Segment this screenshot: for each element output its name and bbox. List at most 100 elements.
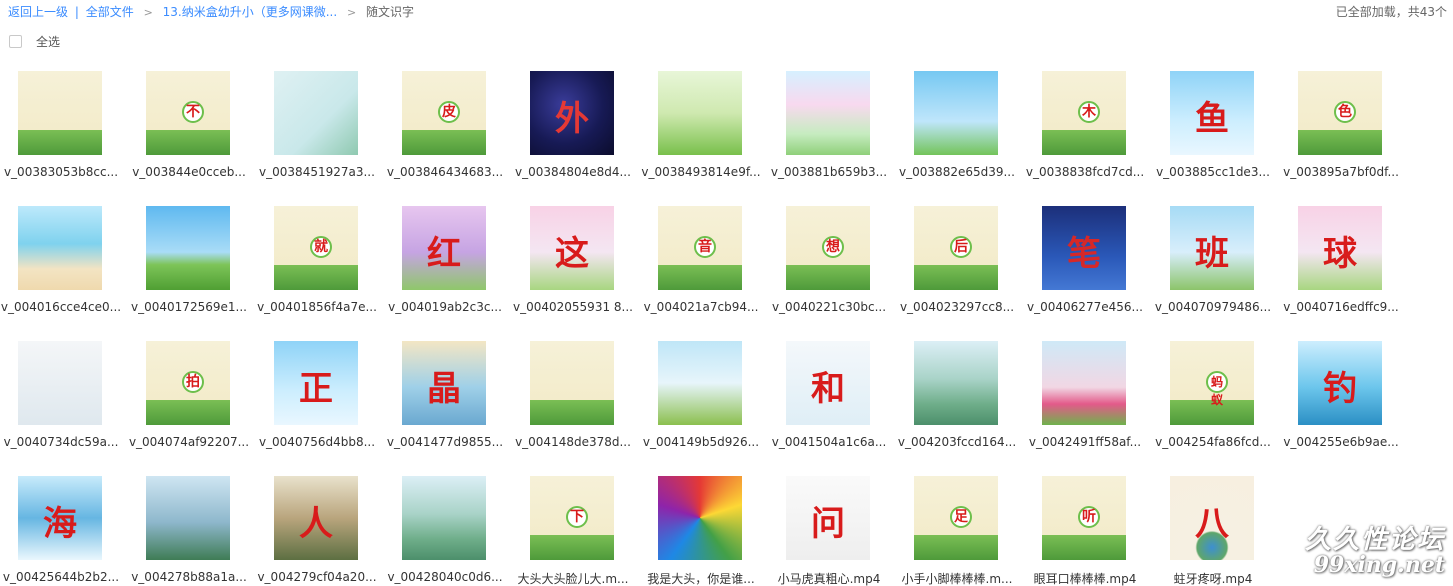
- file-item[interactable]: 问小马虎真粗心.mp4: [768, 476, 896, 586]
- file-item[interactable]: 外 v_00384804e8d4...: [512, 71, 640, 191]
- file-thumbnail[interactable]: 八: [1170, 476, 1254, 560]
- file-name[interactable]: v_004070979486...: [1152, 300, 1274, 314]
- file-item[interactable]: 红 v_004019ab2c3c...: [384, 206, 512, 326]
- file-thumbnail[interactable]: [530, 341, 614, 425]
- file-name[interactable]: 眼耳口棒棒棒.mp4: [1024, 570, 1146, 586]
- file-name[interactable]: v_004023297cc8...: [896, 300, 1018, 314]
- file-item[interactable]: 听眼耳口棒棒棒.mp4: [1024, 476, 1152, 586]
- file-name[interactable]: v_0041504a1c6a...: [768, 435, 890, 449]
- file-item[interactable]: v_0040172569e1...: [128, 206, 256, 326]
- file-item[interactable]: v_0038493814e9f...: [640, 71, 768, 191]
- file-thumbnail[interactable]: 问: [786, 476, 870, 560]
- file-thumbnail[interactable]: [786, 71, 870, 155]
- file-name[interactable]: v_00384804e8d4...: [512, 165, 634, 179]
- file-item[interactable]: 拍 v_004074af92207...: [128, 341, 256, 461]
- file-thumbnail[interactable]: 班: [1170, 206, 1254, 290]
- file-name[interactable]: v_004148de378d...: [512, 435, 634, 449]
- file-item[interactable]: v_004203fccd164...: [896, 341, 1024, 461]
- file-item[interactable]: 这 v_00402055931 8...: [512, 206, 640, 326]
- file-name[interactable]: v_004074af92207...: [128, 435, 250, 449]
- file-name[interactable]: 小手小脚棒棒棒.m...: [896, 570, 1018, 586]
- file-thumbnail[interactable]: 足: [914, 476, 998, 560]
- file-item[interactable]: 八蛀牙疼呀.mp4: [1152, 476, 1280, 586]
- file-name[interactable]: v_0038493814e9f...: [640, 165, 762, 179]
- file-name[interactable]: v_004278b88a1a...: [128, 570, 250, 584]
- file-item[interactable]: 想 v_0040221c30bc...: [768, 206, 896, 326]
- file-item[interactable]: 不 v_003844e0cceb...: [128, 71, 256, 191]
- file-thumbnail[interactable]: 红: [402, 206, 486, 290]
- file-thumbnail[interactable]: 正: [274, 341, 358, 425]
- file-thumbnail[interactable]: 蚂蚁: [1170, 341, 1254, 425]
- file-thumbnail[interactable]: 海: [18, 476, 102, 560]
- file-item[interactable]: 人 v_004279cf04a20...: [256, 476, 384, 586]
- file-name[interactable]: v_00425644b2b2...: [0, 570, 122, 584]
- file-item[interactable]: 木 v_0038838fcd7cd...: [1024, 71, 1152, 191]
- file-thumbnail[interactable]: 就: [274, 206, 358, 290]
- file-name[interactable]: v_003881b659b3...: [768, 165, 890, 179]
- file-name[interactable]: 大头大头脸儿大.m...: [512, 570, 634, 586]
- file-thumbnail[interactable]: [146, 206, 230, 290]
- file-item[interactable]: v_003881b659b3...: [768, 71, 896, 191]
- file-name[interactable]: v_0038838fcd7cd...: [1024, 165, 1146, 179]
- file-item[interactable]: 正 v_0040756d4bb8...: [256, 341, 384, 461]
- file-name[interactable]: v_00383053b8cc...: [0, 165, 122, 179]
- file-thumbnail[interactable]: [914, 71, 998, 155]
- file-thumbnail[interactable]: 色: [1298, 71, 1382, 155]
- file-name[interactable]: v_004016cce4ce0...: [0, 300, 122, 314]
- file-name[interactable]: v_003844e0cceb...: [128, 165, 250, 179]
- file-thumbnail[interactable]: 皮: [402, 71, 486, 155]
- file-name[interactable]: 蛀牙疼呀.mp4: [1152, 570, 1274, 586]
- file-name[interactable]: v_00401856f4a7e...: [256, 300, 378, 314]
- file-item[interactable]: v_0042491ff58af...: [1024, 341, 1152, 461]
- file-name[interactable]: v_004279cf04a20...: [256, 570, 378, 584]
- file-name[interactable]: v_0042491ff58af...: [1024, 435, 1146, 449]
- file-thumbnail[interactable]: 和: [786, 341, 870, 425]
- file-item[interactable]: 蚂蚁 v_004254fa86fcd...: [1152, 341, 1280, 461]
- file-item[interactable]: 班 v_004070979486...: [1152, 206, 1280, 326]
- file-item[interactable]: 笔 v_00406277e456...: [1024, 206, 1152, 326]
- file-name[interactable]: v_003895a7bf0df...: [1280, 165, 1402, 179]
- file-thumbnail[interactable]: 钓: [1298, 341, 1382, 425]
- file-item[interactable]: v_0038451927a3...: [256, 71, 384, 191]
- file-thumbnail[interactable]: 下: [530, 476, 614, 560]
- file-item[interactable]: 和 v_0041504a1c6a...: [768, 341, 896, 461]
- file-thumbnail[interactable]: 这: [530, 206, 614, 290]
- file-name[interactable]: v_003885cc1de3...: [1152, 165, 1274, 179]
- file-name[interactable]: v_00428040c0d6...: [384, 570, 506, 584]
- file-thumbnail[interactable]: [18, 206, 102, 290]
- file-name[interactable]: v_004019ab2c3c...: [384, 300, 506, 314]
- file-item[interactable]: v_004148de378d...: [512, 341, 640, 461]
- file-item[interactable]: v_0040734dc59a...: [0, 341, 128, 461]
- file-item[interactable]: 皮 v_003846434683...: [384, 71, 512, 191]
- file-thumbnail[interactable]: [274, 71, 358, 155]
- file-name[interactable]: v_0040716edffc9...: [1280, 300, 1402, 314]
- file-thumbnail[interactable]: 拍: [146, 341, 230, 425]
- file-name[interactable]: v_003846434683...: [384, 165, 506, 179]
- file-name[interactable]: v_0040221c30bc...: [768, 300, 890, 314]
- file-item[interactable]: 钓 v_004255e6b9ae...: [1280, 341, 1408, 461]
- file-thumbnail[interactable]: 后: [914, 206, 998, 290]
- file-thumbnail[interactable]: 听: [1042, 476, 1126, 560]
- file-thumbnail[interactable]: 木: [1042, 71, 1126, 155]
- file-item[interactable]: v_003882e65d39...: [896, 71, 1024, 191]
- file-name[interactable]: v_0040172569e1...: [128, 300, 250, 314]
- parent-folder-link[interactable]: 13.纳米盒幼升小（更多网课微...: [163, 5, 338, 19]
- file-item[interactable]: 鱼 v_003885cc1de3...: [1152, 71, 1280, 191]
- all-files-link[interactable]: 全部文件: [86, 5, 134, 19]
- file-thumbnail[interactable]: [658, 476, 742, 560]
- file-item[interactable]: 后 v_004023297cc8...: [896, 206, 1024, 326]
- select-all[interactable]: 全选: [9, 33, 60, 49]
- back-link[interactable]: 返回上一级: [8, 5, 68, 19]
- file-thumbnail[interactable]: 想: [786, 206, 870, 290]
- file-thumbnail[interactable]: [1042, 341, 1126, 425]
- file-item[interactable]: 色 v_003895a7bf0df...: [1280, 71, 1408, 191]
- file-item[interactable]: v_00428040c0d6...: [384, 476, 512, 586]
- file-name[interactable]: v_00406277e456...: [1024, 300, 1146, 314]
- file-name[interactable]: v_004254fa86fcd...: [1152, 435, 1274, 449]
- file-thumbnail[interactable]: [146, 476, 230, 560]
- select-all-checkbox[interactable]: [9, 34, 22, 48]
- file-name[interactable]: v_0041477d9855...: [384, 435, 506, 449]
- file-name[interactable]: v_004021a7cb94...: [640, 300, 762, 314]
- file-thumbnail[interactable]: 音: [658, 206, 742, 290]
- file-thumbnail[interactable]: [18, 341, 102, 425]
